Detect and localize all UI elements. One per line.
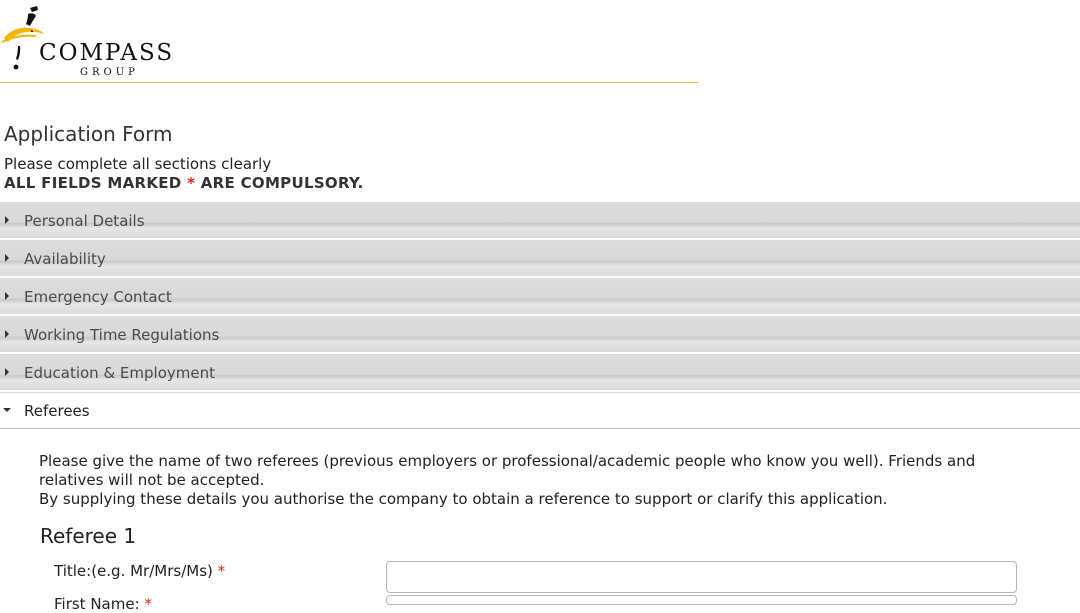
section-label: Working Time Regulations (24, 326, 220, 344)
section-emergency-contact[interactable]: Emergency Contact (0, 278, 1080, 314)
site-header: COMPASS GROUP (0, 0, 698, 83)
section-education-employment[interactable]: Education & Employment (0, 354, 1080, 390)
referee-first-name-input[interactable] (386, 595, 1017, 605)
page-title: Application Form (4, 122, 173, 146)
title-label-text: Title:(e.g. Mr/Mrs/Ms) (54, 562, 213, 580)
section-personal-details[interactable]: Personal Details (0, 202, 1080, 238)
referees-instructions: Please give the name of two referees (pr… (39, 452, 1029, 509)
compulsory-suffix: ARE COMPULSORY. (195, 174, 364, 192)
caret-right-icon (5, 368, 9, 376)
first-name-field-label: First Name: * (54, 595, 152, 613)
compulsory-prefix: ALL FIELDS MARKED (4, 174, 188, 192)
caret-right-icon (5, 292, 9, 300)
section-label: Availability (24, 250, 106, 268)
intro-text: Please complete all sections clearly (4, 155, 272, 173)
compulsory-notice: ALL FIELDS MARKED * ARE COMPULSORY. (4, 174, 364, 192)
caret-right-icon (5, 330, 9, 338)
logo-subtitle: GROUP (80, 67, 139, 78)
required-marker: * (217, 562, 226, 580)
caret-down-icon (3, 408, 11, 412)
caret-right-icon (5, 254, 9, 262)
first-name-label-text: First Name: (54, 595, 140, 613)
section-label: Emergency Contact (24, 288, 172, 306)
title-field-label: Title:(e.g. Mr/Mrs/Ms) * (54, 562, 225, 580)
logo-wordmark: COMPASS (39, 40, 175, 66)
section-label: Education & Employment (24, 364, 215, 382)
required-marker: * (144, 595, 152, 613)
section-label: Referees (24, 402, 90, 420)
form-sections: Personal Details Availability Emergency … (0, 202, 1080, 431)
caret-right-icon (5, 216, 9, 224)
section-label: Personal Details (24, 212, 145, 230)
referees-instruction-1: Please give the name of two referees (pr… (39, 452, 976, 489)
referee-1-heading: Referee 1 (40, 524, 137, 548)
referee-title-input[interactable] (386, 561, 1017, 593)
section-working-time-regulations[interactable]: Working Time Regulations (0, 316, 1080, 352)
section-referees[interactable]: Referees (0, 392, 1080, 429)
section-availability[interactable]: Availability (0, 240, 1080, 276)
referees-instruction-2: By supplying these details you authorise… (39, 490, 888, 508)
